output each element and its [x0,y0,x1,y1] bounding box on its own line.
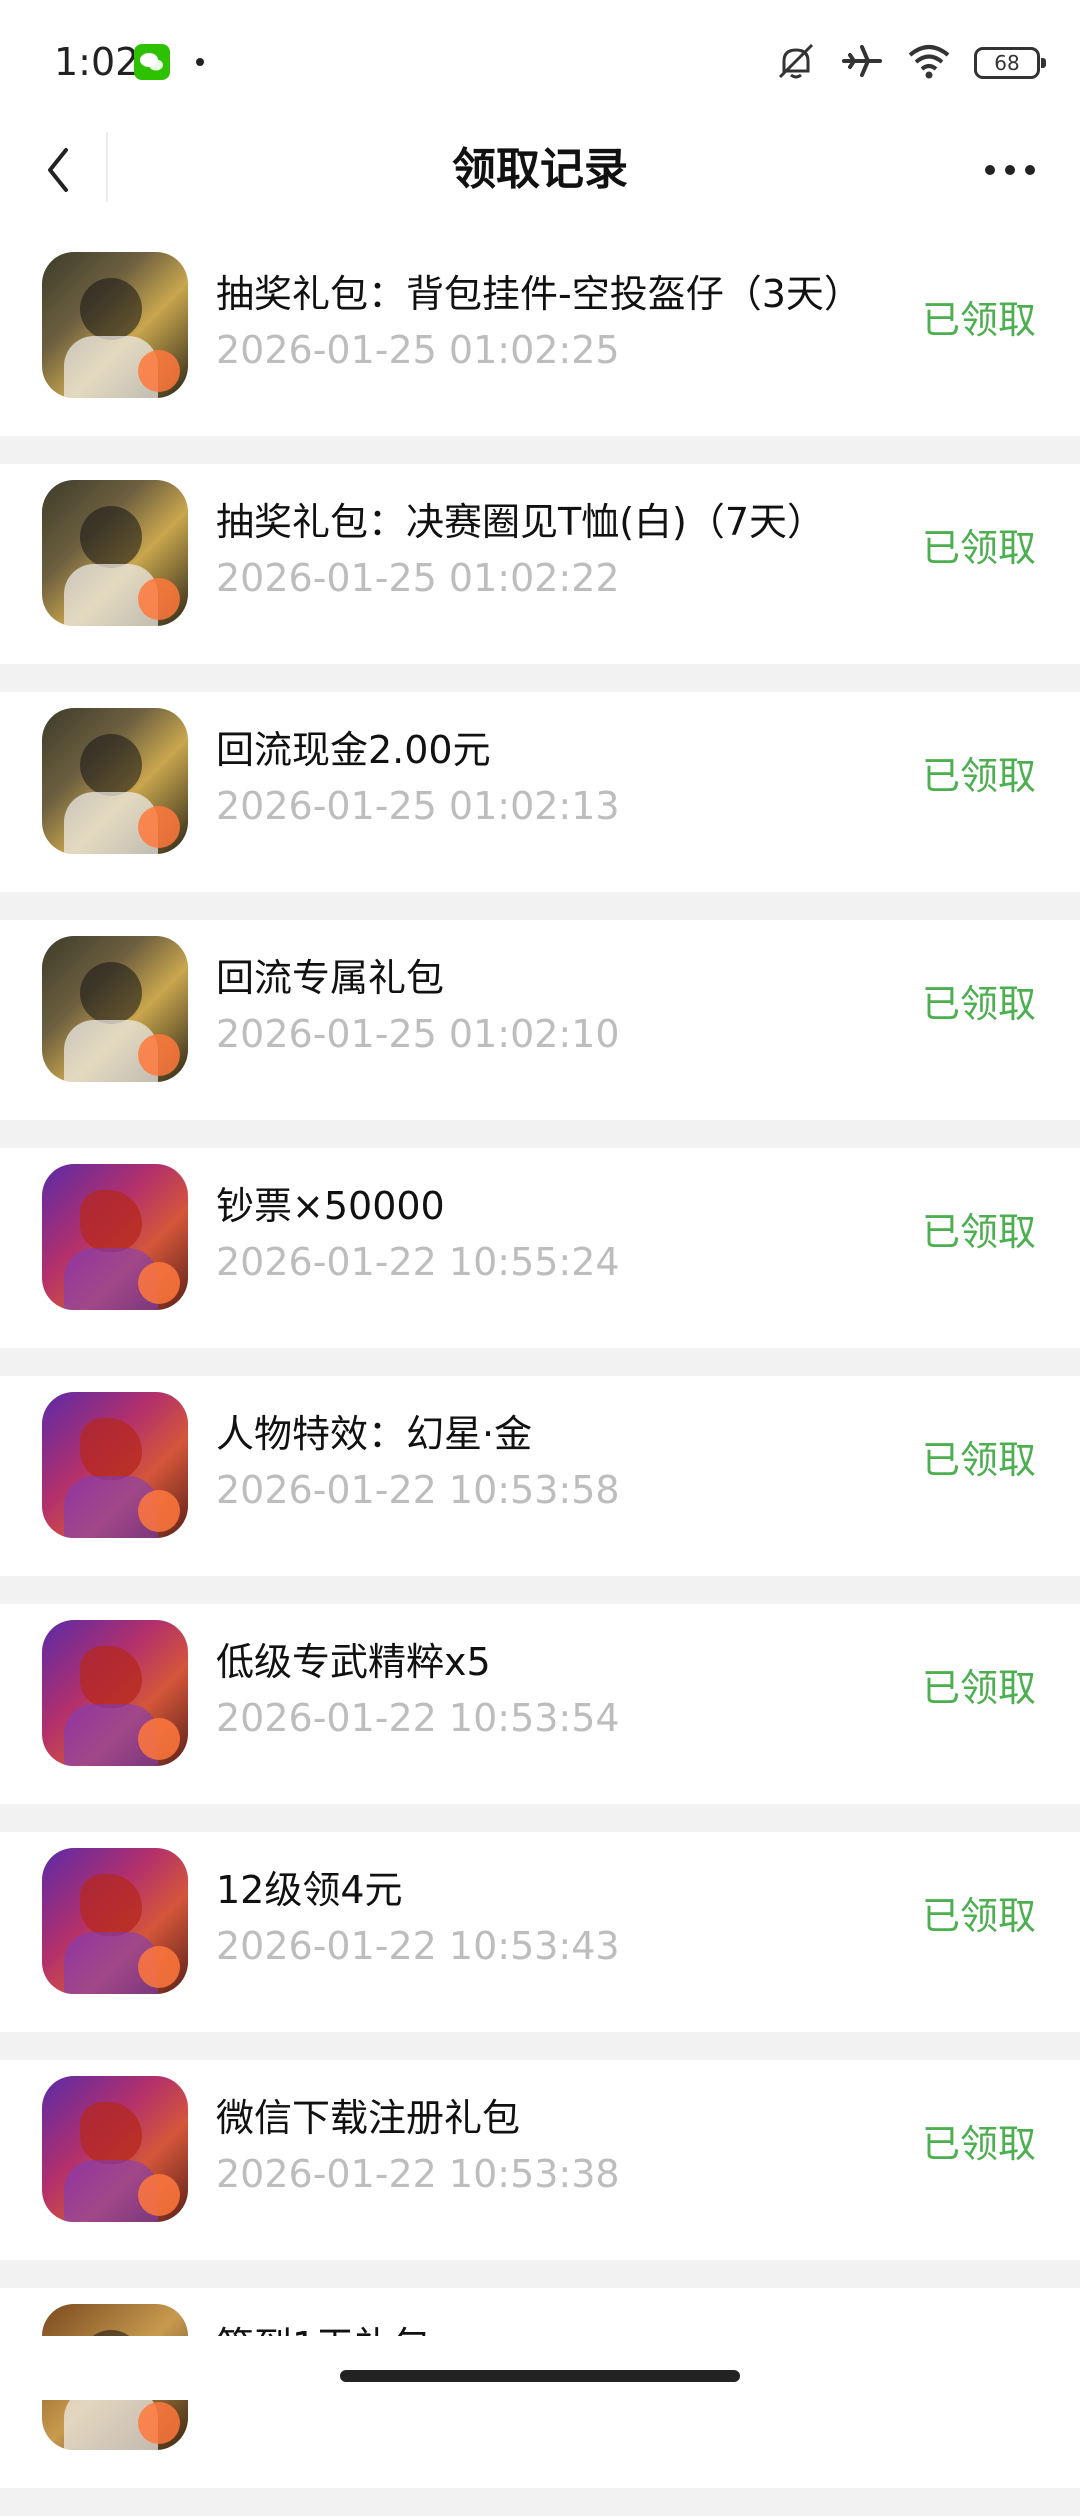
record-name: 回流现金2.00元 [216,728,491,772]
battery-level: 68 [994,51,1020,75]
nav-bar: 领取记录 [0,120,1080,220]
battery-icon: 68 [974,47,1046,79]
bottom-safe-area [0,2336,1080,2400]
record-status: 已领取 [921,982,1036,1026]
more-button[interactable] [980,150,1040,190]
record-name: 低级专武精粹x5 [216,1640,491,1684]
record-row[interactable]: 回流现金2.00元 2026-01-25 01:02:13 已领取 [0,692,1080,920]
game-icon-kof [42,2076,188,2222]
wechat-icon [134,44,170,80]
record-status: 已领取 [921,1210,1036,1254]
record-name: 抽奖礼包：决赛圈见T恤(白)（7天） [216,500,826,544]
page-title: 领取记录 [452,144,628,195]
record-row[interactable]: 12级领4元 2026-01-22 10:53:43 已领取 [0,1832,1080,2060]
record-name: 微信下载注册礼包 [216,2096,521,2140]
record-row[interactable]: 抽奖礼包：背包挂件-空投盔仔（3天） 2026-01-25 01:02:25 已… [0,236,1080,464]
status-icons: 68 [774,36,1046,90]
game-icon-pubg [42,708,188,854]
records-list: 抽奖礼包：背包挂件-空投盔仔（3天） 2026-01-25 01:02:25 已… [0,236,1080,2516]
record-row[interactable]: 签到1天礼包 [0,2288,1080,2516]
record-row[interactable]: 低级专武精粹x5 2026-01-22 10:53:54 已领取 [0,1604,1080,1832]
game-icon-kof [42,1620,188,1766]
record-time: 2026-01-22 10:53:43 [216,1924,620,1968]
record-time: 2026-01-22 10:55:24 [216,1240,620,1284]
record-name: 钞票×50000 [216,1184,445,1228]
record-row[interactable]: 回流专属礼包 2026-01-25 01:02:10 已领取 [0,920,1080,1148]
record-time: 2026-01-25 01:02:25 [216,328,620,372]
record-status: 已领取 [921,1666,1036,1710]
record-status: 已领取 [921,526,1036,570]
record-status: 已领取 [921,754,1036,798]
record-row[interactable]: 抽奖礼包：决赛圈见T恤(白)（7天） 2026-01-25 01:02:22 已… [0,464,1080,692]
game-icon-pubg [42,480,188,626]
game-icon-kof [42,1164,188,1310]
record-name: 回流专属礼包 [216,956,445,1000]
record-time: 2026-01-22 10:53:54 [216,1696,620,1740]
record-time: 2026-01-22 10:53:38 [216,2152,620,2196]
record-row[interactable]: 人物特效：幻星·金 2026-01-22 10:53:58 已领取 [0,1376,1080,1604]
more-dots-icon [985,165,1035,175]
airplane-icon [840,41,884,85]
game-icon-kof [42,1392,188,1538]
record-time: 2026-01-25 01:02:13 [216,784,620,828]
notification-dot [196,58,204,66]
game-icon-kof [42,1848,188,1994]
record-row[interactable]: 钞票×50000 2026-01-22 10:55:24 已领取 [0,1148,1080,1376]
game-icon-pubg [42,252,188,398]
mute-icon [774,41,818,85]
status-time: 1:02 [54,40,140,84]
record-name: 人物特效：幻星·金 [216,1412,533,1456]
record-name: 抽奖礼包：背包挂件-空投盔仔（3天） [216,272,862,316]
wifi-icon [906,41,952,85]
record-row[interactable]: 微信下载注册礼包 2026-01-22 10:53:38 已领取 [0,2060,1080,2288]
record-status: 已领取 [921,1438,1036,1482]
record-time: 2026-01-22 10:53:58 [216,1468,620,1512]
record-name: 12级领4元 [216,1868,403,1912]
record-status: 已领取 [921,298,1036,342]
status-bar: 1:02 68 [0,0,1080,120]
home-indicator[interactable] [340,2370,740,2382]
record-time: 2026-01-25 01:02:22 [216,556,620,600]
record-time: 2026-01-25 01:02:10 [216,1012,620,1056]
game-icon-pubg [42,936,188,1082]
record-status: 已领取 [921,1894,1036,1938]
record-status: 已领取 [921,2122,1036,2166]
